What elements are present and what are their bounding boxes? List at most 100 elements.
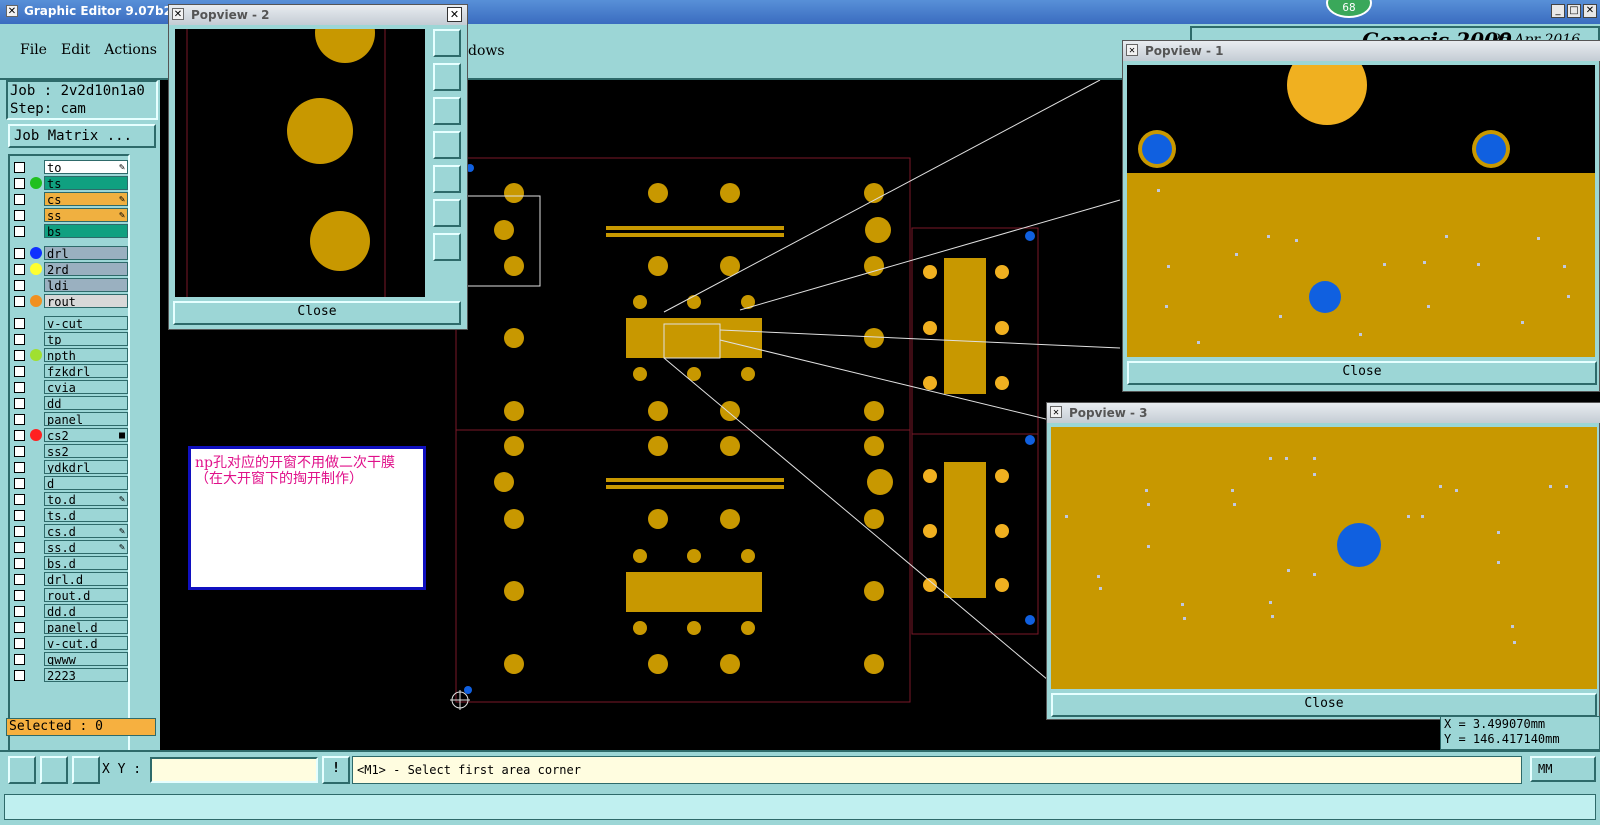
layer-row[interactable]: rout <box>10 294 130 309</box>
layer-row[interactable]: fzkdrl <box>10 364 130 379</box>
layer-checkbox[interactable] <box>14 558 25 569</box>
zoom-fit-icon[interactable] <box>433 29 461 57</box>
popview-3-close-button[interactable]: Close <box>1051 693 1597 717</box>
layer-row[interactable]: bs.d <box>10 556 130 571</box>
layer-name[interactable]: drl.d <box>44 572 128 586</box>
move-down-icon[interactable] <box>433 97 461 125</box>
close-window-button[interactable]: ✕ <box>1583 4 1597 18</box>
layer-name[interactable]: to.d ✎ <box>44 492 128 506</box>
alert-icon[interactable]: ! <box>322 756 350 784</box>
layer-checkbox[interactable] <box>14 462 25 473</box>
layer-checkbox[interactable] <box>14 296 25 307</box>
layer-checkbox[interactable] <box>14 574 25 585</box>
layer-row[interactable]: cvia <box>10 380 130 395</box>
layer-name[interactable]: to ✎ <box>44 160 128 174</box>
layer-row[interactable]: ldi <box>10 278 130 293</box>
minimize-button[interactable]: _ <box>1551 4 1565 18</box>
layer-name[interactable]: tp <box>44 332 128 346</box>
job-matrix-button[interactable]: Job Matrix ... <box>8 124 156 148</box>
layer-row[interactable]: panel.d <box>10 620 130 635</box>
layer-row[interactable]: tp <box>10 332 130 347</box>
layer-name[interactable]: ss.d ✎ <box>44 540 128 554</box>
layer-checkbox[interactable] <box>14 606 25 617</box>
layer-checkbox[interactable] <box>14 494 25 505</box>
move-right-icon[interactable] <box>433 165 461 193</box>
layer-name[interactable]: panel <box>44 412 128 426</box>
xy-input[interactable] <box>150 757 318 783</box>
layer-checkbox[interactable] <box>14 654 25 665</box>
measure-icon[interactable] <box>40 756 68 784</box>
layer-row[interactable]: v-cut <box>10 316 130 331</box>
layer-row[interactable]: dd <box>10 396 130 411</box>
layer-name[interactable]: dd.d <box>44 604 128 618</box>
layer-checkbox[interactable] <box>14 526 25 537</box>
layer-name[interactable]: 2223 <box>44 668 128 682</box>
menu-actions[interactable]: Actions <box>104 42 157 58</box>
layer-checkbox[interactable] <box>14 398 25 409</box>
maximize-button[interactable]: □ <box>1567 4 1581 18</box>
move-left-icon[interactable] <box>433 131 461 159</box>
zoom-out-icon[interactable] <box>433 233 461 261</box>
layer-checkbox[interactable] <box>14 194 25 205</box>
layer-row[interactable]: ss.d ✎ <box>10 540 130 555</box>
layer-name[interactable]: ss ✎ <box>44 208 128 222</box>
layer-checkbox[interactable] <box>14 366 25 377</box>
layer-row[interactable]: rout.d <box>10 588 130 603</box>
layer-row[interactable]: cs ✎ <box>10 192 130 207</box>
layer-checkbox[interactable] <box>14 670 25 681</box>
layer-row[interactable]: bs <box>10 224 130 239</box>
grid-icon[interactable] <box>72 756 100 784</box>
layer-name[interactable]: drl <box>44 246 128 260</box>
menu-file[interactable]: File <box>20 42 47 58</box>
layer-checkbox[interactable] <box>14 478 25 489</box>
layer-row[interactable]: d <box>10 476 130 491</box>
layer-row[interactable]: dd.d <box>10 604 130 619</box>
layer-row[interactable]: 2rd <box>10 262 130 277</box>
layer-name[interactable]: dd <box>44 396 128 410</box>
layer-name[interactable]: cvia <box>44 380 128 394</box>
layer-row[interactable]: ts <box>10 176 130 191</box>
select-area-icon[interactable] <box>8 756 36 784</box>
layer-name[interactable]: ts <box>44 176 128 190</box>
layer-checkbox[interactable] <box>14 318 25 329</box>
popview-2-close-button[interactable]: Close <box>173 301 461 325</box>
layer-row[interactable]: cs2 ■ <box>10 428 130 443</box>
layer-row[interactable]: ss ✎ <box>10 208 130 223</box>
layer-row[interactable]: drl.d <box>10 572 130 587</box>
layer-checkbox[interactable] <box>14 334 25 345</box>
layer-checkbox[interactable] <box>14 446 25 457</box>
layer-checkbox[interactable] <box>14 210 25 221</box>
layer-name[interactable]: fzkdrl <box>44 364 128 378</box>
layer-name[interactable]: bs.d <box>44 556 128 570</box>
layer-checkbox[interactable] <box>14 350 25 361</box>
move-up-icon[interactable] <box>433 63 461 91</box>
layer-row[interactable]: ts.d <box>10 508 130 523</box>
menu-edit[interactable]: Edit <box>61 42 90 58</box>
zoom-in-icon[interactable] <box>433 199 461 227</box>
layer-name[interactable]: d <box>44 476 128 490</box>
layer-checkbox[interactable] <box>14 382 25 393</box>
layer-row[interactable]: drl <box>10 246 130 261</box>
layer-checkbox[interactable] <box>14 510 25 521</box>
layer-checkbox[interactable] <box>14 280 25 291</box>
layer-checkbox[interactable] <box>14 264 25 275</box>
popview-1-canvas[interactable] <box>1127 65 1595 357</box>
layer-checkbox[interactable] <box>14 638 25 649</box>
layer-checkbox[interactable] <box>14 430 25 441</box>
layer-checkbox[interactable] <box>14 178 25 189</box>
layer-row[interactable]: to ✎ <box>10 160 130 175</box>
layer-name[interactable]: ss2 <box>44 444 128 458</box>
layer-row[interactable]: v-cut.d <box>10 636 130 651</box>
layer-name[interactable]: v-cut.d <box>44 636 128 650</box>
layer-checkbox[interactable] <box>14 622 25 633</box>
popview-1-close-button[interactable]: Close <box>1127 361 1597 385</box>
layer-row[interactable]: 2223 <box>10 668 130 683</box>
layer-name[interactable]: panel.d <box>44 620 128 634</box>
layer-name[interactable]: ts.d <box>44 508 128 522</box>
layer-name[interactable]: qwww <box>44 652 128 666</box>
layer-name[interactable]: rout.d <box>44 588 128 602</box>
layer-name[interactable]: rout <box>44 294 128 308</box>
layer-name[interactable]: cs.d ✎ <box>44 524 128 538</box>
menu-windows[interactable]: dows <box>468 43 505 59</box>
layer-name[interactable]: npth <box>44 348 128 362</box>
